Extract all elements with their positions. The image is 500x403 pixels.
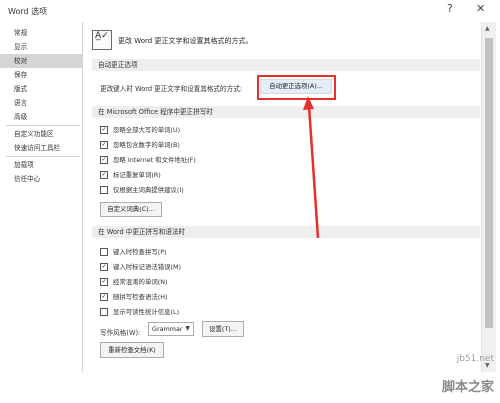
watermark-name: 脚本之家 bbox=[441, 380, 494, 395]
vertical-scrollbar[interactable]: ▲ ▼ bbox=[481, 22, 496, 372]
scroll-up-icon[interactable]: ▲ bbox=[485, 25, 490, 32]
watermark-site: jb51.net bbox=[456, 354, 494, 364]
scrollbar-thumb[interactable] bbox=[485, 38, 493, 328]
word-options-window: Word 选项 ? ✕ 常规 显示 校对 保存 版式 语言 高级 自定义功能区 … bbox=[0, 0, 500, 403]
dialog-footer bbox=[0, 372, 500, 403]
annotation-arrow bbox=[303, 96, 320, 239]
